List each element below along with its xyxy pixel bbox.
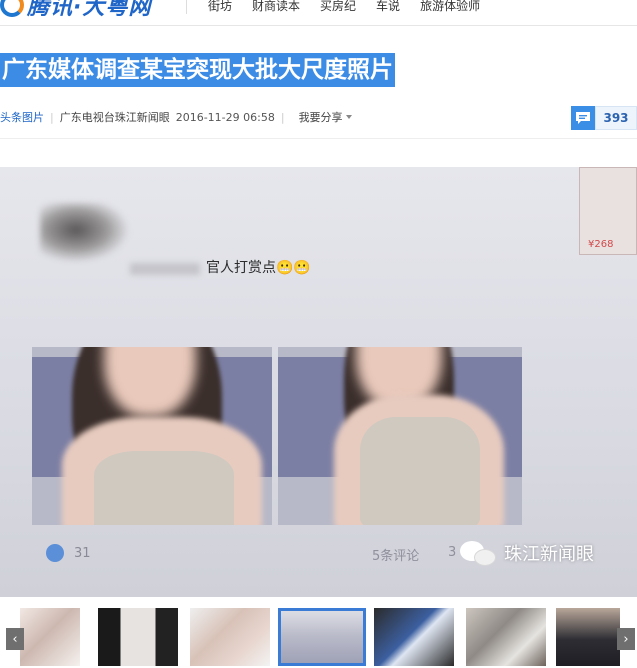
gallery-thumbnail-active[interactable] (278, 608, 366, 666)
blurred-avatar (40, 203, 130, 263)
like-icon (46, 544, 64, 562)
watermark-text: 珠江新闻眼 (504, 544, 594, 565)
wechat-icon (460, 539, 498, 567)
site-name: 腾讯·大粤网 (27, 0, 152, 20)
channel-nav: 街坊 财商读本 买房纪 车说 旅游体验师 (208, 0, 480, 14)
meta-divider-2: | (280, 110, 285, 124)
article-title: 广东媒体调查某宝突现大批大尺度照片 (0, 53, 395, 87)
gallery-thumbnail[interactable] (20, 608, 80, 666)
category-link[interactable]: 头条图片 (0, 109, 44, 125)
watermark: 珠江新闻眼 (460, 539, 594, 567)
top-navigation-bar: 腾讯·大粤网 街坊 财商读本 买房纪 车说 旅游体验师 (0, 0, 637, 26)
comment-icon (571, 106, 595, 130)
figure-top (360, 417, 480, 525)
header-divider (0, 138, 637, 139)
article-datetime: 2016-11-29 06:58 (175, 110, 275, 124)
blurred-username (130, 263, 200, 275)
gallery-next-button[interactable]: › (617, 628, 635, 650)
nav-item-cheshuo[interactable]: 车说 (376, 0, 400, 14)
gallery-prev-button[interactable]: ‹ (6, 628, 24, 650)
figure-top (94, 451, 234, 525)
thumbnail-strip: ‹ › (0, 598, 637, 668)
corner-price: ¥268 (588, 239, 614, 250)
nav-item-lvyou[interactable]: 旅游体验师 (420, 0, 480, 14)
post-comments-trailing: 3 (448, 545, 457, 560)
gallery-thumbnail[interactable] (374, 608, 454, 666)
main-gallery-photo[interactable]: ¥268 官人打赏点😬😬 31 5条评论 3 珠江新闻眼 (0, 167, 637, 597)
nav-divider (186, 0, 187, 14)
corner-product-thumbnail: ¥268 (579, 167, 637, 255)
chevron-down-icon (345, 115, 352, 119)
post-text: 官人打赏点😬😬 (206, 260, 311, 276)
comment-count-button[interactable]: 393 (571, 106, 637, 130)
meta-divider: | (50, 110, 54, 124)
article-meta: 头条图片 | 广东电视台珠江新闻眼 2016-11-29 06:58 | 我要分… (0, 108, 352, 126)
gallery-thumbnail[interactable] (98, 608, 178, 666)
comment-count: 393 (595, 106, 637, 130)
gallery-thumbnail[interactable] (190, 608, 270, 666)
article-title-wrap: 广东媒体调查某宝突现大批大尺度照片 (0, 53, 395, 87)
like-count: 31 (74, 545, 91, 561)
post-image-left (32, 347, 272, 525)
share-label: 我要分享 (298, 111, 343, 124)
article-source: 广东电视台珠江新闻眼 (59, 111, 170, 124)
like-count-group: 31 (46, 544, 91, 562)
nav-item-caishang[interactable]: 财商读本 (252, 0, 300, 14)
share-button[interactable]: 我要分享 (299, 109, 352, 125)
nav-item-jiefang[interactable]: 街坊 (208, 0, 232, 14)
logo-mark-icon (0, 0, 24, 17)
nav-item-maifang[interactable]: 买房纪 (320, 0, 356, 14)
post-image-right (278, 347, 522, 525)
gallery-thumbnail[interactable] (466, 608, 546, 666)
site-logo[interactable]: 腾讯·大粤网 (0, 0, 151, 20)
post-comments: 5条评论 (372, 549, 420, 564)
gallery-thumbnail[interactable] (556, 608, 620, 666)
